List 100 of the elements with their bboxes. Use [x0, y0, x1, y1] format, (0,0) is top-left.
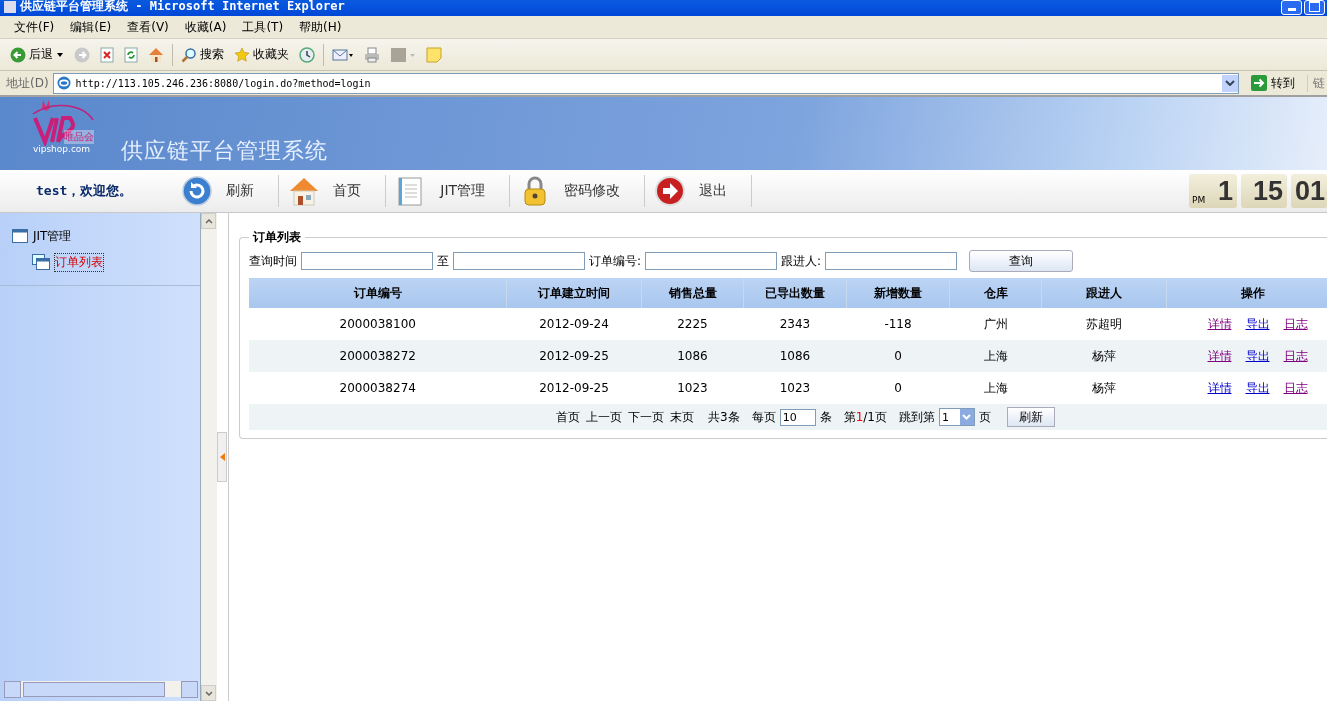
collapse-handle[interactable] — [217, 432, 227, 482]
action-link[interactable]: 日志 — [1283, 315, 1308, 333]
window-icon — [12, 229, 28, 243]
dropdown-icon[interactable] — [1222, 74, 1238, 92]
nav-button[interactable]: 退出 — [655, 175, 753, 207]
action-link[interactable]: 导出 — [1245, 347, 1270, 365]
action-link[interactable]: 导出 — [1245, 379, 1270, 397]
menu-item[interactable]: 工具(T) — [234, 18, 292, 36]
arrow-icon — [1251, 75, 1267, 91]
clock-hour: PM 1 — [1189, 174, 1237, 208]
home-icon — [148, 46, 164, 63]
address-field[interactable]: http://113.105.246.236:8080/login.do?method=login — [52, 72, 1239, 94]
minimize-button[interactable] — [1281, 0, 1302, 15]
windows-icon — [32, 254, 50, 270]
table-cell: -118 — [846, 308, 950, 340]
menu-item[interactable]: 收藏(A) — [176, 18, 235, 36]
go-button[interactable]: 转到 — [1243, 74, 1303, 92]
query-button[interactable]: 查询 — [969, 250, 1074, 272]
filter-label: 查询时间 — [249, 252, 297, 270]
action-link[interactable]: 日志 — [1283, 347, 1308, 365]
column-header: 销售总量 — [641, 278, 744, 308]
nav-button[interactable]: 密码修改 — [520, 175, 646, 207]
action-link[interactable]: 详情 — [1207, 315, 1232, 333]
table-cell: 杨萍 — [1041, 372, 1167, 404]
clock-minute: 15 — [1241, 174, 1287, 208]
column-header: 订单编号 — [249, 278, 507, 308]
printer-icon — [364, 46, 380, 63]
page-icon — [55, 75, 72, 91]
table-cell: 2012-09-25 — [506, 340, 642, 372]
refresh-button[interactable]: 刷新 — [1006, 407, 1055, 427]
panel-title: 订单列表 — [251, 229, 302, 246]
table-cell: 0 — [846, 372, 950, 404]
action-link[interactable]: 详情 — [1207, 347, 1232, 365]
table-cell: 2012-09-25 — [506, 372, 642, 404]
table-cell: 2225 — [641, 308, 744, 340]
search-icon — [181, 46, 197, 63]
table-cell: 杨萍 — [1041, 340, 1167, 372]
filter-label: 订单编号: — [589, 252, 642, 270]
home-icon — [289, 176, 320, 206]
welcome-text: test，欢迎您。 — [36, 182, 133, 200]
menu-item[interactable]: 编辑(E) — [62, 18, 120, 36]
logo-text: 唯品会 — [64, 130, 94, 144]
column-header: 订单建立时间 — [506, 278, 642, 308]
column-header: 仓库 — [949, 278, 1042, 308]
total-count: 共3条 — [708, 408, 740, 426]
back-icon — [10, 46, 26, 63]
toolbar-button[interactable]: 收藏夹 — [230, 42, 293, 67]
action-link[interactable]: 导出 — [1245, 315, 1270, 333]
column-header: 已导出数量 — [743, 278, 847, 308]
column-header: 跟进人 — [1041, 278, 1167, 308]
page-indicator: 第1/1页 — [843, 408, 887, 426]
nav-button[interactable]: JIT管理 — [396, 175, 511, 207]
page-select[interactable]: 1 — [938, 408, 975, 426]
system-title: 供应链平台管理系统 — [121, 137, 328, 165]
table-cell: 苏超明 — [1041, 308, 1167, 340]
jump-unit: 页 — [978, 408, 991, 426]
input-field[interactable] — [825, 252, 958, 270]
toolbar-button[interactable]: 搜索 — [177, 42, 228, 67]
per-page-field[interactable]: 10 — [779, 408, 816, 426]
table-cell: 1023 — [743, 372, 847, 404]
note-icon — [426, 46, 442, 63]
mail-icon — [332, 46, 354, 63]
pager-link[interactable]: 上一页 — [586, 408, 622, 426]
exit-icon — [655, 176, 686, 206]
refresh-icon — [124, 46, 138, 63]
jump-label: 跳到第 — [898, 408, 935, 426]
caret-icon — [56, 51, 64, 58]
clock-second: 01 — [1291, 174, 1327, 208]
table-cell: 1023 — [641, 372, 744, 404]
tree-item[interactable]: JIT管理 — [33, 227, 72, 245]
nav-button[interactable]: 刷新 — [182, 175, 280, 207]
action-link[interactable]: 详情 — [1207, 379, 1232, 397]
tree-item[interactable]: 订单列表 — [55, 253, 103, 271]
per-page-unit: 条 — [819, 408, 832, 426]
history-icon — [299, 46, 315, 63]
input-field[interactable] — [301, 252, 433, 270]
action-link[interactable]: 日志 — [1283, 379, 1308, 397]
logo-url: vipshop.com — [32, 144, 91, 154]
pager-link[interactable]: 首页 — [556, 408, 580, 426]
maximize-button[interactable] — [1304, 0, 1325, 15]
table-cell: 2012-09-24 — [506, 308, 642, 340]
pager-link[interactable]: 末页 — [670, 408, 694, 426]
input-field[interactable] — [453, 252, 585, 270]
menu-item[interactable]: 文件(F) — [6, 18, 63, 36]
menu-item[interactable]: 查看(V) — [119, 18, 177, 36]
input-field[interactable] — [645, 252, 778, 270]
menu-item[interactable]: 帮助(H) — [291, 18, 350, 36]
links-label[interactable]: 链 — [1307, 74, 1327, 92]
filter-label: 至 — [437, 252, 449, 270]
browser-icon — [4, 1, 16, 13]
address-label: 地址(D) — [6, 74, 49, 92]
pager-link[interactable]: 下一页 — [628, 408, 664, 426]
toolbar-button[interactable]: 后退 — [6, 42, 68, 67]
table-cell: 0 — [846, 340, 950, 372]
column-header: 新增数量 — [846, 278, 950, 308]
window-title: 供应链平台管理系统 - Microsoft Internet Explorer — [20, 0, 345, 13]
nav-button[interactable]: 首页 — [289, 175, 387, 207]
edit-icon — [390, 46, 416, 63]
scrollbar[interactable] — [4, 681, 198, 697]
scrollbar[interactable] — [201, 213, 217, 701]
